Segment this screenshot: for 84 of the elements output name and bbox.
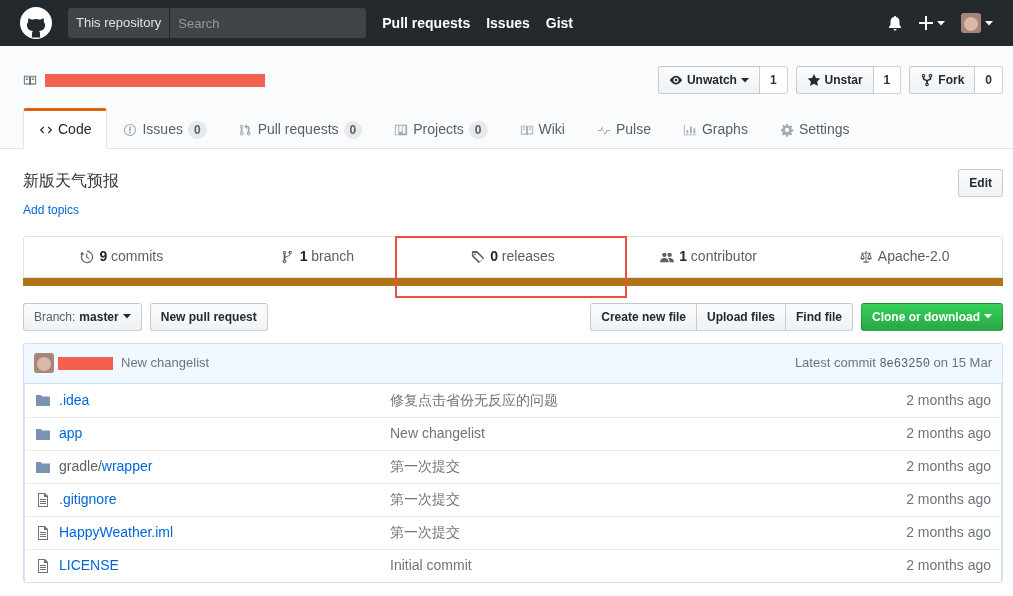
repo-action-button[interactable]: Fork	[909, 66, 976, 94]
logo[interactable]	[20, 7, 52, 39]
file-icon	[35, 524, 51, 541]
summary-link[interactable]: Apache-2.0	[877, 246, 950, 267]
commit-age: 2 months ago	[906, 556, 991, 575]
file-link[interactable]: .idea	[59, 389, 90, 411]
file-action-button[interactable]: Upload files	[696, 302, 786, 331]
commit-age: 2 months ago	[906, 523, 991, 542]
commit-message-link[interactable]: New changelist	[121, 353, 210, 373]
commit-message-link[interactable]: New changelist	[390, 423, 485, 444]
repo-tab[interactable]: Graphs	[667, 108, 764, 149]
repo-tab[interactable]: Pull requests 0	[222, 108, 379, 149]
caret-icon	[937, 20, 945, 26]
settings-icon	[779, 122, 794, 137]
file-link[interactable]: app	[59, 423, 83, 444]
nav-link[interactable]: Gist	[545, 12, 573, 34]
graph-icon	[683, 122, 697, 137]
repo-tab[interactable]: Code	[23, 108, 108, 149]
repo-action-button[interactable]: Unwatch	[657, 66, 760, 94]
tag-icon	[471, 249, 486, 264]
social-count[interactable]: 1	[759, 66, 788, 94]
social-count[interactable]: 0	[975, 66, 1003, 94]
social-count[interactable]: 1	[873, 66, 902, 94]
commit-message-link[interactable]: 第一次提交	[390, 489, 460, 510]
file-action-button[interactable]: Create new file	[590, 302, 697, 331]
file-link[interactable]: gradle/wrapper	[59, 456, 153, 477]
commit-message-link[interactable]: 第一次提交	[390, 522, 460, 543]
nav-link[interactable]: Pull requests	[382, 12, 471, 34]
commit-age: 2 months ago	[906, 390, 991, 410]
summary-link[interactable]: 0 releases	[490, 246, 555, 267]
add-topics-link[interactable]: Add topics	[23, 201, 80, 219]
plus-icon	[919, 16, 933, 30]
repo-description: 新版天气预报	[23, 171, 119, 191]
search-scope-label: This repository	[68, 8, 171, 38]
branch-select-button[interactable]: Branch: master	[23, 302, 142, 331]
repo-tab[interactable]: Issues 0	[107, 108, 223, 149]
commit-message-link[interactable]: Initial commit	[390, 555, 472, 576]
branch-icon	[280, 249, 295, 264]
redaction-mark	[58, 356, 113, 370]
file-icon	[35, 557, 51, 574]
nav-link[interactable]: Issues	[486, 12, 530, 34]
commit-age: 2 months ago	[906, 457, 991, 476]
book-icon	[23, 73, 37, 87]
eye-icon	[668, 73, 683, 87]
commit-message-link[interactable]: 修复点击省份无反应的问题	[390, 389, 558, 411]
issue-icon	[123, 122, 138, 137]
summary-link[interactable]: 1 contributor	[679, 246, 757, 267]
pull-request-icon	[238, 122, 253, 137]
new-pull-request-button[interactable]: New pull request	[149, 302, 268, 331]
caret-icon	[122, 314, 131, 319]
star-icon	[806, 73, 821, 87]
history-icon	[80, 249, 95, 264]
file-action-button[interactable]: Find file	[785, 302, 853, 331]
avatar	[961, 13, 981, 33]
repo-tab[interactable]: Wiki	[503, 108, 581, 149]
folder-icon	[35, 392, 51, 408]
file-link[interactable]: LICENSE	[59, 555, 119, 576]
profile-menu[interactable]	[961, 13, 993, 33]
summary-link[interactable]: 9 commits	[99, 246, 164, 267]
file-link[interactable]: .gitignore	[59, 489, 117, 510]
caret-icon	[984, 314, 992, 319]
file-icon	[35, 491, 51, 508]
avatar	[34, 353, 54, 373]
commit-age: 2 months ago	[906, 490, 991, 509]
counter: 0	[187, 120, 207, 139]
edit-button[interactable]: Edit	[958, 169, 1003, 197]
new-menu[interactable]	[919, 16, 945, 30]
repo-tab[interactable]: Pulse	[580, 108, 667, 149]
fork-icon	[920, 73, 935, 87]
search-field[interactable]: Search	[170, 8, 367, 38]
commit-age: 2 months ago	[906, 424, 991, 443]
repo-tab[interactable]: Projects 0	[378, 108, 504, 149]
notification-bell-icon[interactable]	[887, 15, 903, 31]
project-board-icon	[394, 122, 409, 137]
file-link[interactable]: HappyWeather.iml	[59, 522, 174, 543]
repo-tab[interactable]: Settings	[763, 108, 866, 149]
repo-action-button[interactable]: Unstar	[795, 66, 874, 94]
commit-message-link[interactable]: 第一次提交	[390, 456, 460, 477]
counter: 0	[468, 120, 488, 139]
summary-link[interactable]: 1 branch	[299, 246, 355, 267]
latest-commit-info: Latest commit 8e63250 on 15 Mar	[794, 354, 992, 373]
counter: 0	[343, 120, 363, 139]
caret-icon	[985, 20, 993, 26]
caret-icon	[740, 77, 749, 83]
